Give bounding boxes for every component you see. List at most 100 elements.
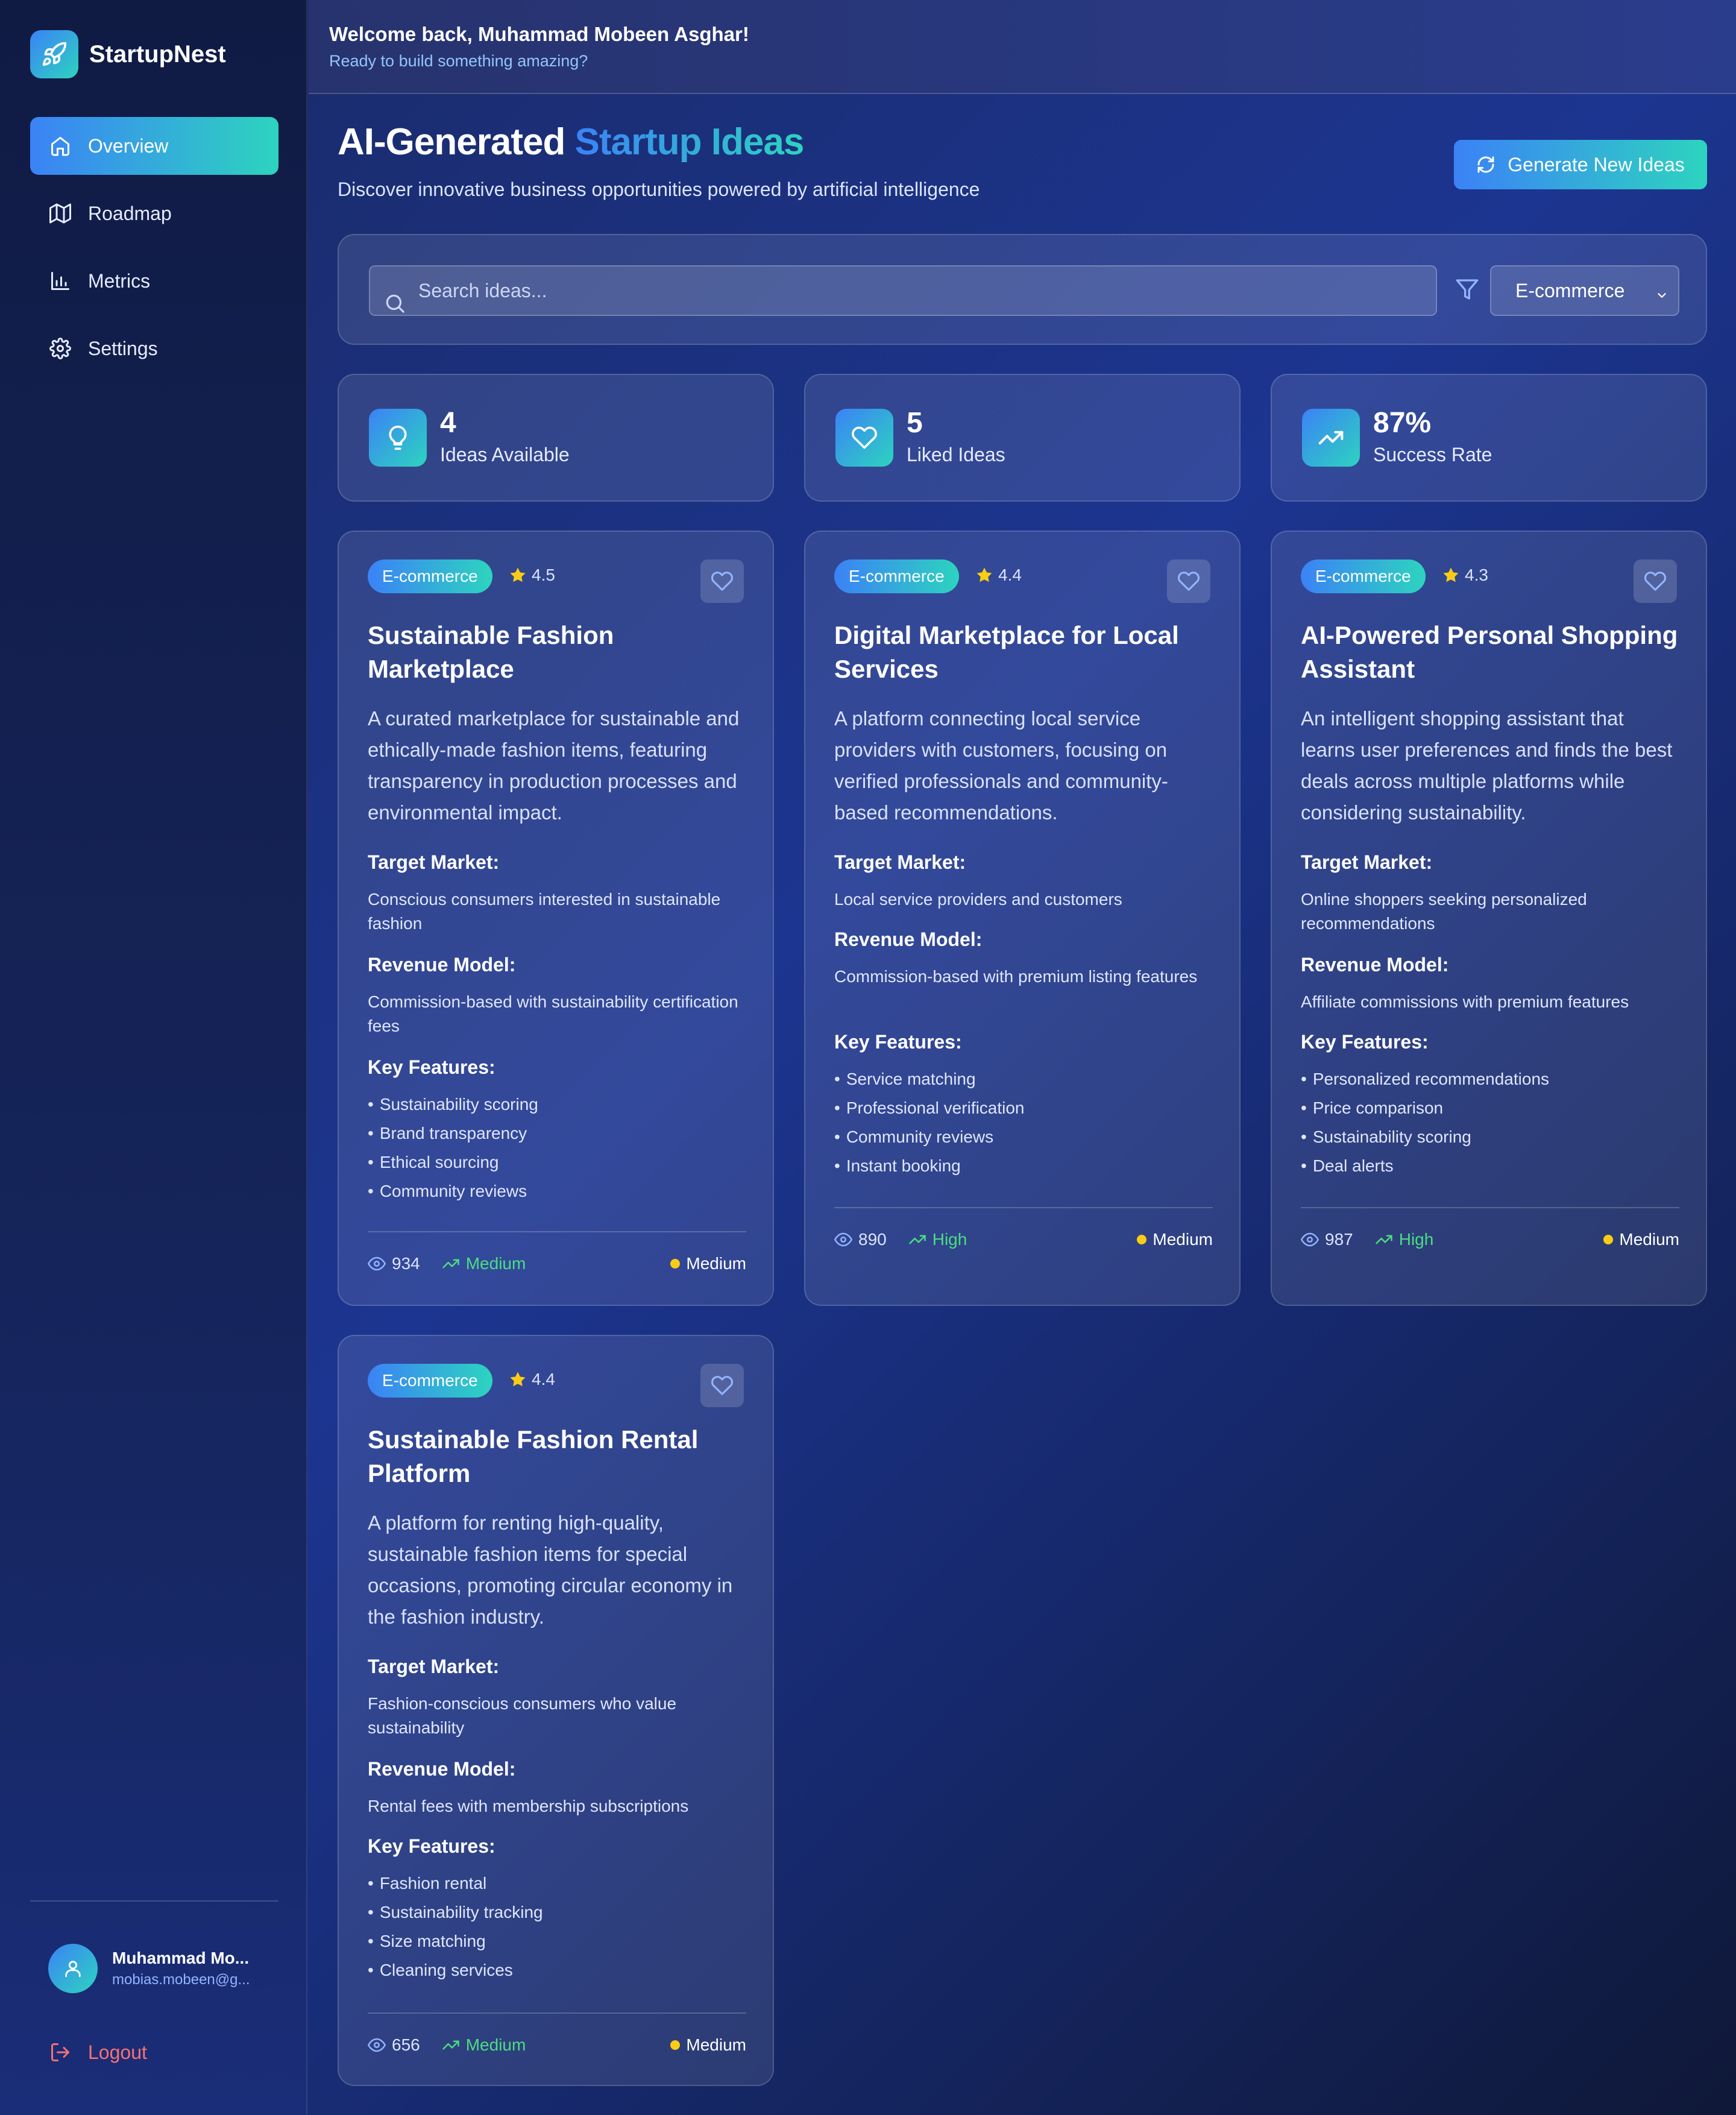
card-footer: 987 High Medium	[1301, 1228, 1679, 1252]
search-box[interactable]	[369, 265, 1437, 316]
heart-icon	[835, 409, 893, 467]
page-subtitle: Discover innovative business opportuniti…	[338, 178, 980, 200]
eye-icon	[1301, 1231, 1319, 1249]
sidebar-item-metrics[interactable]: Metrics	[30, 252, 278, 310]
sidebar-item-overview[interactable]: Overview	[30, 117, 278, 175]
star-icon	[509, 1370, 527, 1388]
like-button[interactable]	[1167, 559, 1210, 603]
feature-item: Community reviews	[834, 1123, 1214, 1152]
trending-up-icon	[1375, 1231, 1393, 1249]
user-email: mobias.mobeen@g...	[112, 1972, 250, 1988]
stat-value: 4	[440, 407, 456, 439]
feature-item: Community reviews	[368, 1177, 747, 1206]
idea-card[interactable]: E-commerce 4.4 Digital Marketplace for L…	[804, 531, 1241, 1306]
filter-icon[interactable]	[1455, 277, 1479, 304]
rating-value: 4.4	[532, 1370, 555, 1388]
rating-value: 4.4	[998, 566, 1022, 584]
user-icon	[65, 1961, 81, 1978]
logout-button[interactable]: Logout	[48, 2040, 147, 2064]
category-badge: E-commerce	[834, 559, 959, 593]
key-features-heading: Key Features:	[368, 1835, 495, 1857]
idea-card[interactable]: E-commerce 4.3 AI-Powered Personal Shopp…	[1271, 531, 1707, 1306]
feature-item: Fashion rental	[368, 1869, 747, 1898]
revenue-model-heading: Revenue Model:	[368, 954, 516, 976]
eye-icon	[834, 1231, 852, 1249]
views-count: 890	[834, 1230, 887, 1249]
feature-item: Sustainability scoring	[368, 1090, 747, 1119]
category-filter-select[interactable]: E-commerce	[1490, 265, 1679, 316]
sidebar-item-settings[interactable]: Settings	[30, 320, 278, 377]
views-value: 934	[392, 1254, 420, 1273]
potential-value: Medium	[465, 2035, 526, 2054]
difficulty-value: Medium	[1153, 1230, 1213, 1249]
status-dot	[1137, 1235, 1147, 1244]
heart-icon	[1177, 572, 1200, 591]
idea-description: An intelligent shopping assistant that l…	[1301, 707, 1673, 824]
difficulty-value: Medium	[686, 2035, 746, 2054]
market-potential: High	[1375, 1230, 1433, 1249]
stat-label: Liked Ideas	[907, 444, 1005, 465]
feature-item: Instant booking	[834, 1152, 1214, 1180]
idea-card[interactable]: E-commerce 4.4 Sustainable Fashion Renta…	[338, 1335, 774, 2086]
views-value: 656	[392, 2035, 420, 2054]
status-dot	[670, 2040, 681, 2050]
trending-up-icon	[442, 2036, 460, 2054]
feature-item: Sustainability tracking	[368, 1898, 747, 1927]
target-market-text: Local service providers and customers	[834, 890, 1122, 909]
heart-icon	[711, 572, 734, 591]
stat-value: 5	[907, 407, 923, 439]
sidebar-item-label: Settings	[88, 337, 158, 359]
feature-item: Deal alerts	[1301, 1152, 1681, 1180]
target-market-text: Conscious consumers interested in sustai…	[368, 890, 721, 933]
market-potential: Medium	[442, 2035, 526, 2055]
key-features-list: Personalized recommendations Price compa…	[1301, 1065, 1681, 1180]
sidebar: StartupNest Overview Roadmap Metrics Set…	[0, 0, 307, 2115]
user-profile[interactable]: Muhammad Mo... mobias.mobeen@g...	[48, 1944, 263, 1993]
market-potential: High	[908, 1230, 967, 1249]
feature-item: Service matching	[834, 1065, 1214, 1094]
chevron-down-icon	[1655, 285, 1668, 307]
logout-icon	[48, 2040, 72, 2064]
heart-icon	[1644, 572, 1667, 591]
target-market-heading: Target Market:	[368, 1656, 500, 1677]
search-input[interactable]	[418, 266, 1419, 315]
rating: 4.4	[509, 1370, 555, 1389]
difficulty-level: Medium	[670, 1254, 746, 1273]
trending-up-icon	[908, 1231, 926, 1249]
views-value: 890	[858, 1230, 887, 1249]
feature-item: Ethical sourcing	[368, 1148, 747, 1177]
like-button[interactable]	[1634, 559, 1677, 603]
feature-item: Professional verification	[834, 1094, 1214, 1123]
like-button[interactable]	[700, 1364, 744, 1407]
revenue-model-text: Rental fees with membership subscription…	[368, 1797, 689, 1815]
brand-name: StartupNest	[89, 40, 226, 68]
bar-chart-icon	[48, 269, 72, 293]
search-panel: E-commerce	[338, 234, 1707, 345]
brand[interactable]: StartupNest	[30, 30, 226, 78]
status-dot	[670, 1259, 681, 1269]
sidebar-nav: Overview Roadmap Metrics Settings	[30, 117, 278, 387]
idea-description: A platform connecting local service prov…	[834, 707, 1168, 824]
trending-up-icon	[442, 1255, 460, 1273]
like-button[interactable]	[700, 559, 744, 603]
revenue-model-text: Affiliate commissions with premium featu…	[1301, 992, 1629, 1011]
difficulty-value: Medium	[1619, 1230, 1679, 1249]
revenue-model-heading: Revenue Model:	[368, 1758, 516, 1780]
rating: 4.3	[1442, 566, 1488, 585]
card-footer: 890 High Medium	[834, 1228, 1213, 1252]
idea-title: AI-Powered Personal Shopping Assistant	[1301, 621, 1678, 683]
sidebar-item-roadmap[interactable]: Roadmap	[30, 184, 278, 242]
potential-value: High	[932, 1230, 967, 1249]
views-count: 987	[1301, 1230, 1353, 1249]
generate-ideas-button[interactable]: Generate New Ideas	[1454, 140, 1707, 189]
views-count: 934	[368, 1254, 420, 1273]
stat-label: Ideas Available	[440, 444, 570, 465]
idea-card[interactable]: E-commerce 4.5 Sustainable Fashion Marke…	[338, 531, 774, 1306]
page-title-main: AI-Generated	[338, 121, 575, 163]
category-badge: E-commerce	[1301, 559, 1426, 593]
rating-value: 4.5	[532, 566, 555, 584]
category-badge: E-commerce	[368, 559, 492, 593]
page-title-accent: Startup Ideas	[574, 121, 805, 163]
user-name: Muhammad Mo...	[112, 1949, 250, 1967]
target-market-heading: Target Market:	[834, 851, 966, 873]
